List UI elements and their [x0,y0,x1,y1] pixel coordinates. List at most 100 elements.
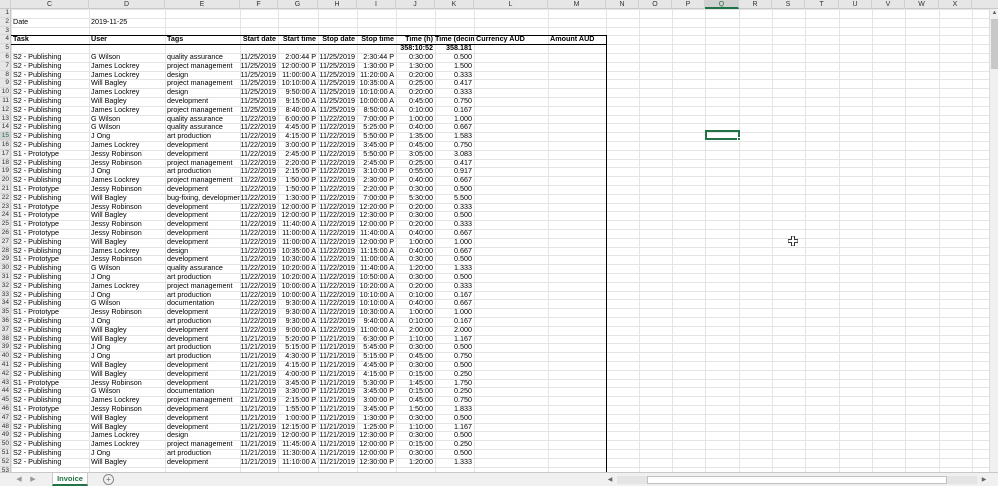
column-header-q[interactable]: Q [705,0,739,9]
date-value[interactable]: 2019-11-25 [89,18,165,27]
column-header-l[interactable]: L [474,0,548,9]
table-cell[interactable]: 11:40:00 A [357,264,396,273]
table-cell[interactable]: 1:00:00 [396,115,435,124]
table-cell[interactable]: Will Bagley [89,211,165,220]
table-cell[interactable]: S1 - Prototype [11,379,89,388]
table-cell[interactable]: 0:25:00 [396,79,435,88]
table-cell[interactable]: 0.500 [435,361,474,370]
table-cell[interactable]: S2 - Publishing [11,299,89,308]
table-cell[interactable]: 1.583 [435,132,474,141]
row-header[interactable]: 25 [0,220,11,229]
vertical-scroll-thumb[interactable] [991,19,998,69]
table-cell[interactable]: 1:10:00 [396,335,435,344]
table-cell[interactable]: 10:20:00 A [278,273,318,282]
table-cell[interactable]: 0:30:00 [396,211,435,220]
row-header[interactable]: 33 [0,290,11,300]
table-cell[interactable]: 5:20:00 P [278,335,318,344]
table-cell[interactable]: S2 - Publishing [11,414,89,423]
table-cell[interactable]: 11/21/2019 [318,423,357,432]
row-header[interactable]: 24 [0,211,11,221]
table-cell[interactable]: 2:00:00 [396,326,435,335]
row-header[interactable]: 50 [0,440,11,449]
table-cell[interactable]: 9:30:00 A [278,308,318,317]
table-cell[interactable]: 11/21/2019 [318,370,357,379]
table-cell[interactable]: 3.083 [435,150,474,159]
column-header-r[interactable]: R [739,0,772,9]
table-cell[interactable]: James Lockrey [89,440,165,449]
row-header[interactable]: 43 [0,378,11,388]
table-cell[interactable]: Will Bagley [89,458,165,467]
table-cell[interactable]: 11/25/2019 [318,71,357,80]
date-label[interactable]: Date [11,18,89,27]
table-cell[interactable]: J Ong [89,273,165,282]
table-cell[interactable]: 0.333 [435,220,474,229]
table-cell[interactable]: 11/22/2019 [318,141,357,150]
table-cell[interactable]: 11/21/2019 [240,352,278,361]
table-cell[interactable]: 3:45:00 P [357,141,396,150]
table-cell[interactable]: 0:45:00 [396,141,435,150]
table-cell[interactable]: S2 - Publishing [11,238,89,247]
table-cell[interactable]: S2 - Publishing [11,264,89,273]
table-cell[interactable]: Will Bagley [89,423,165,432]
table-cell[interactable]: 11/22/2019 [240,220,278,229]
table-cell[interactable]: 11/22/2019 [318,185,357,194]
table-cell[interactable]: S2 - Publishing [11,326,89,335]
table-cell[interactable]: 11/22/2019 [240,238,278,247]
row-header[interactable]: 13 [0,114,11,124]
table-cell[interactable]: 1:00:00 [396,238,435,247]
table-cell[interactable]: S2 - Publishing [11,62,89,71]
table-cell[interactable]: 0:30:00 [396,255,435,264]
prev-sheet-icon[interactable]: ◀ [14,475,24,485]
table-header-cell[interactable]: User [89,35,165,44]
row-header[interactable]: 16 [0,141,11,150]
row-header[interactable]: 47 [0,413,11,423]
horizontal-scrollbar[interactable]: ◀ ▶ [605,475,990,485]
table-cell[interactable]: 5:50:00 P [357,150,396,159]
table-cell[interactable]: S1 - Prototype [11,405,89,414]
table-cell[interactable]: S2 - Publishing [11,273,89,282]
table-cell[interactable]: 0.167 [435,317,474,326]
table-cell[interactable]: S2 - Publishing [11,431,89,440]
table-cell[interactable]: S2 - Publishing [11,53,89,62]
table-cell[interactable]: 11:40:00 A [278,220,318,229]
table-cell[interactable]: 11/21/2019 [240,379,278,388]
table-cell[interactable]: 0.500 [435,431,474,440]
table-cell[interactable]: S1 - Prototype [11,203,89,212]
table-cell[interactable]: James Lockrey [89,106,165,115]
table-cell[interactable]: 0:45:00 [396,396,435,405]
table-header-cell[interactable]: Tags [165,35,240,44]
row-header[interactable]: 3 [0,26,11,36]
table-cell[interactable]: 9:00:00 A [278,326,318,335]
table-cell[interactable]: J Ong [89,317,165,326]
column-header-g[interactable]: G [278,0,318,9]
table-cell[interactable]: design [165,247,240,256]
table-cell[interactable]: 11/25/2019 [240,106,278,115]
table-cell[interactable]: development [165,255,240,264]
table-cell[interactable]: 11/25/2019 [240,53,278,62]
table-cell[interactable]: quality assurance [165,53,240,62]
table-cell[interactable]: 12:00:00 P [278,62,318,71]
spreadsheet-grid[interactable]: CDEFGHIJKLMNOPQRSTUVWX 1 2 3 4 5 6 7 8 9 10 11 12 13… [0,0,998,472]
table-cell[interactable]: 12:00:00 P [357,220,396,229]
table-cell[interactable]: 9:30:00 A [278,299,318,308]
table-cell[interactable]: 1.167 [435,335,474,344]
table-cell[interactable]: 11/21/2019 [318,440,357,449]
table-cell[interactable]: 11/21/2019 [240,440,278,449]
table-cell[interactable]: S2 - Publishing [11,141,89,150]
table-cell[interactable]: 11:40:00 A [357,229,396,238]
table-cell[interactable]: 1.000 [435,238,474,247]
table-cell[interactable]: project management [165,106,240,115]
table-cell[interactable]: 11/22/2019 [318,299,357,308]
row-header[interactable]: 20 [0,176,11,185]
table-cell[interactable]: 12:00:00 P [278,431,318,440]
table-cell[interactable]: 0:30:00 [396,343,435,352]
row-header[interactable]: 52 [0,457,11,467]
row-header[interactable]: 28 [0,246,11,256]
table-cell[interactable]: 0:30:00 [396,449,435,458]
table-cell[interactable]: 2:30:44 P [357,53,396,62]
table-cell[interactable]: 11/22/2019 [318,238,357,247]
row-header[interactable]: 38 [0,334,11,344]
table-cell[interactable]: G Wilson [89,264,165,273]
table-header-cell[interactable]: Start time [278,35,318,44]
table-cell[interactable]: 0:10:00 [396,317,435,326]
